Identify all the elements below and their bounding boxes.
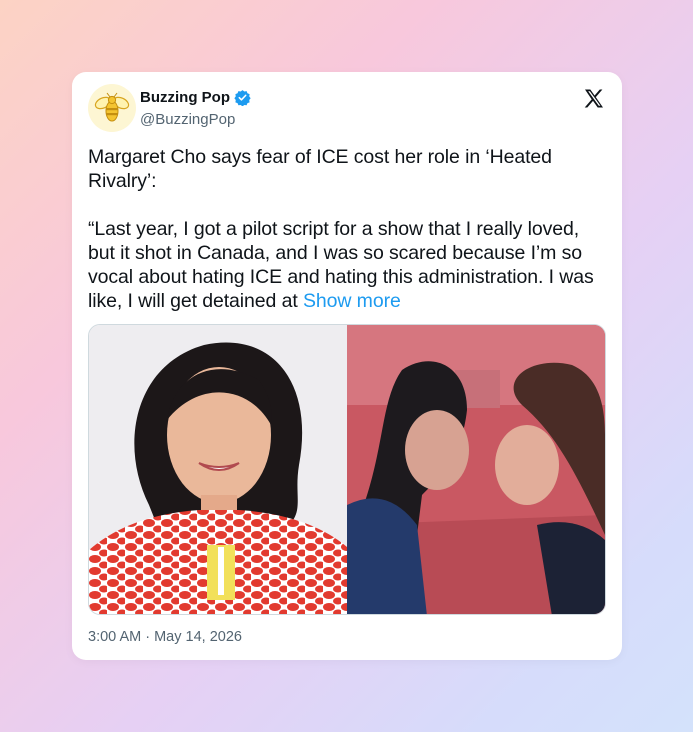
tweet-quote: “Last year, I got a pilot script for a s… <box>88 217 608 313</box>
user-handle[interactable]: @BuzzingPop <box>140 111 235 128</box>
timestamp-separator: · <box>141 629 155 645</box>
tweet-media[interactable] <box>88 324 606 615</box>
tweet-text: Margaret Cho says fear of ICE cost her r… <box>88 145 608 313</box>
display-name[interactable]: Buzzing Pop <box>140 89 230 106</box>
verified-badge-icon <box>234 90 251 106</box>
tweet-date: May 14, 2026 <box>154 629 242 645</box>
bee-logo-icon <box>94 92 130 122</box>
show-more-link[interactable]: Show more <box>303 290 401 312</box>
show-still-photo <box>347 325 605 614</box>
tweet-text-line: Margaret Cho says fear of ICE cost her r… <box>88 146 552 192</box>
portrait-photo <box>89 325 347 614</box>
media-image-show-still[interactable] <box>347 325 605 614</box>
tweet-timestamp[interactable]: 3:00 AM · May 14, 2026 <box>88 629 242 645</box>
avatar[interactable] <box>88 84 136 132</box>
media-image-portrait[interactable] <box>89 325 347 614</box>
tweet-time: 3:00 AM <box>88 629 142 645</box>
x-logo-icon[interactable] <box>582 87 606 111</box>
tweet-card[interactable]: Buzzing Pop @BuzzingPop Margaret Cho say… <box>72 72 622 660</box>
